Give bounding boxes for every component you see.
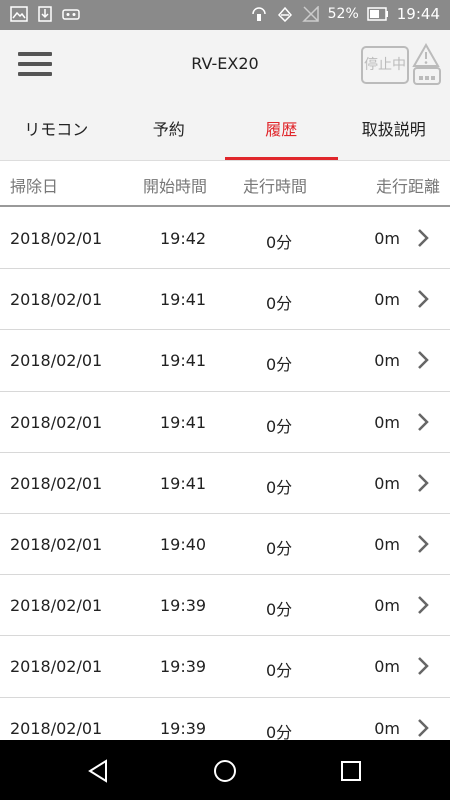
- battery-icon: [367, 7, 388, 21]
- image-icon: [10, 6, 28, 22]
- row-distance: 0m: [374, 351, 400, 371]
- tab-manual[interactable]: 取扱説明: [338, 102, 450, 160]
- row-start-time: 19:39: [160, 718, 207, 738]
- row-start-time: 19:41: [160, 473, 207, 493]
- column-header-distance: 走行距離: [375, 177, 440, 196]
- column-header-duration: 走行時間: [243, 177, 308, 196]
- tab-remote[interactable]: リモコン: [0, 102, 113, 160]
- row-date: 2018/02/01: [10, 290, 103, 310]
- chevron-right-icon: [418, 412, 429, 431]
- row-date: 2018/02/01: [10, 412, 103, 432]
- row-distance: 0m: [374, 290, 400, 310]
- row-date: 2018/02/01: [10, 657, 103, 677]
- row-start-time: 19:41: [160, 412, 207, 432]
- row-start-time: 19:41: [160, 290, 207, 310]
- column-header-date: 掃除日: [10, 177, 59, 196]
- tab-bar: リモコン 予約 履歴 取扱説明: [0, 102, 450, 160]
- row-date: 2018/02/01: [10, 473, 103, 493]
- table-header: 掃除日 開始時間 走行時間 走行距離: [0, 161, 450, 207]
- row-date: 2018/02/01: [10, 596, 103, 616]
- row-distance: 0m: [374, 534, 400, 554]
- row-date: 2018/02/01: [10, 351, 103, 371]
- table-row[interactable]: 2018/02/01 19:41 0分 0m: [0, 453, 450, 514]
- row-duration: 0分: [266, 416, 293, 436]
- row-start-time: 19:39: [160, 596, 207, 616]
- status-left-icons: [10, 6, 80, 22]
- table-row[interactable]: 2018/02/01 19:41 0分 0m: [0, 269, 450, 331]
- chevron-right-icon: [418, 473, 429, 492]
- chevron-right-icon: [418, 535, 429, 553]
- row-duration: 0分: [266, 600, 293, 620]
- row-distance: 0m: [374, 473, 400, 493]
- chevron-right-icon: [418, 596, 429, 615]
- table-row[interactable]: 2018/02/01 19:41 0分 0m: [0, 330, 450, 392]
- back-icon[interactable]: [86, 758, 112, 784]
- row-distance: 0m: [374, 718, 400, 738]
- history-list: 2018/02/01 19:42 0分 0m 2018/02/01 19:41 0分 0m 20…: [0, 208, 450, 740]
- table-row[interactable]: 2018/02/01 19:39 0分 0m: [0, 698, 450, 741]
- row-start-time: 19:39: [160, 657, 207, 677]
- row-duration: 0分: [266, 477, 293, 497]
- status-bar: 52% 19:44: [0, 0, 450, 30]
- home-icon[interactable]: [212, 758, 238, 784]
- row-date: 2018/02/01: [10, 718, 103, 738]
- row-distance: 0m: [374, 229, 400, 248]
- row-duration: 0分: [266, 661, 293, 681]
- signal-off-icon: [301, 6, 319, 22]
- warning-icon[interactable]: [410, 42, 442, 88]
- table-row[interactable]: 2018/02/01 19:40 0分 0m: [0, 514, 450, 576]
- row-duration: 0分: [266, 722, 293, 741]
- navigation-bar: [0, 740, 450, 800]
- status-time: 19:44: [396, 5, 440, 23]
- row-date: 2018/02/01: [10, 229, 103, 248]
- tab-history[interactable]: 履歴: [225, 102, 338, 160]
- nfc-icon: [251, 7, 266, 21]
- chevron-right-icon: [418, 351, 429, 370]
- row-start-time: 19:40: [160, 534, 207, 554]
- chevron-right-icon: [418, 718, 429, 737]
- table-row[interactable]: 2018/02/01 19:39 0分 0m: [0, 636, 450, 698]
- table-row[interactable]: 2018/02/01 19:41 0分 0m: [0, 392, 450, 453]
- chevron-right-icon: [418, 657, 429, 676]
- row-duration: 0分: [266, 294, 293, 314]
- row-distance: 0m: [374, 657, 400, 677]
- table-row[interactable]: 2018/02/01 19:39 0分 0m: [0, 575, 450, 637]
- battery-percent: 52%: [327, 6, 359, 22]
- chevron-right-icon: [418, 290, 429, 309]
- row-duration: 0分: [266, 538, 293, 558]
- recents-icon[interactable]: [338, 758, 364, 784]
- wifi-off-icon: [277, 6, 292, 22]
- app-header: RV-EX20 停止中: [0, 30, 450, 102]
- column-header-start: 開始時間: [143, 177, 208, 196]
- tab-schedule[interactable]: 予約: [113, 102, 226, 160]
- chevron-right-icon: [418, 229, 429, 247]
- status-right-icons: 52% 19:44: [250, 5, 440, 23]
- row-start-time: 19:41: [160, 351, 207, 371]
- row-duration: 0分: [266, 355, 293, 375]
- row-distance: 0m: [374, 412, 400, 432]
- row-start-time: 19:42: [160, 229, 207, 248]
- game-icon: [62, 9, 80, 20]
- row-date: 2018/02/01: [10, 534, 103, 554]
- row-distance: 0m: [374, 596, 400, 616]
- stop-status-button[interactable]: 停止中: [361, 46, 409, 84]
- table-row[interactable]: 2018/02/01 19:42 0分 0m: [0, 208, 450, 270]
- row-duration: 0分: [266, 233, 293, 252]
- download-icon: [38, 6, 52, 22]
